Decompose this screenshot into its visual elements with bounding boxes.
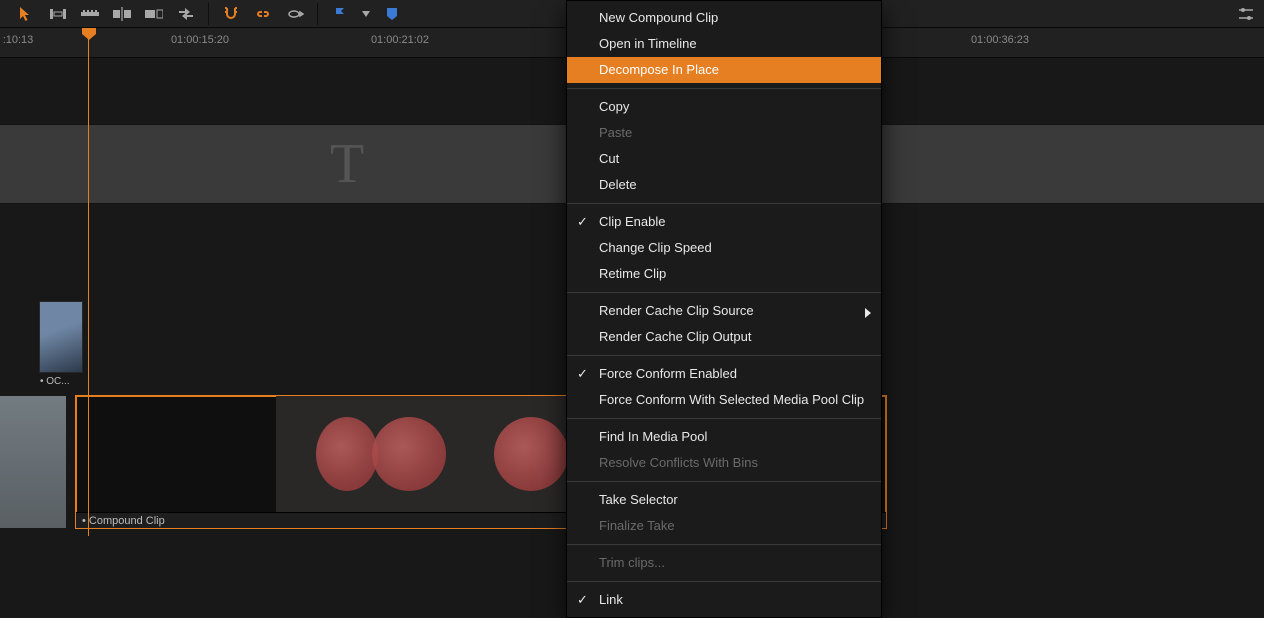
- menu-item-render-cache-clip-output[interactable]: Render Cache Clip Output: [567, 324, 881, 350]
- menu-item-label: Resolve Conflicts With Bins: [599, 455, 758, 470]
- clip-context-menu: New Compound Clip Open in Timeline Decompo…: [566, 0, 882, 618]
- settings-button[interactable]: [1234, 3, 1258, 25]
- menu-item-label: Link: [599, 592, 623, 607]
- menu-item-open-in-timeline[interactable]: Open in Timeline: [567, 31, 881, 57]
- menu-item-new-compound-clip[interactable]: New Compound Clip: [567, 5, 881, 31]
- flag-dropdown-button[interactable]: [360, 3, 372, 25]
- razor-tool-button[interactable]: [78, 3, 102, 25]
- chevron-right-icon: [865, 305, 871, 323]
- link-button[interactable]: [251, 3, 275, 25]
- menu-item-label: Force Conform Enabled: [599, 366, 737, 381]
- menu-item-label: Cut: [599, 151, 619, 166]
- menu-item-label: Render Cache Clip Output: [599, 329, 751, 344]
- menu-item-label: New Compound Clip: [599, 10, 718, 25]
- clip-thumbnails: [276, 396, 582, 512]
- menu-separator: [567, 481, 881, 482]
- menu-item-delete[interactable]: Delete: [567, 172, 881, 198]
- menu-item-clip-enable[interactable]: ✓ Clip Enable: [567, 209, 881, 235]
- menu-item-force-conform-with-selected-media-pool-clip[interactable]: Force Conform With Selected Media Pool C…: [567, 387, 881, 413]
- menu-item-label: Delete: [599, 177, 637, 192]
- menu-item-label: Retime Clip: [599, 266, 666, 281]
- menu-separator: [567, 203, 881, 204]
- insert-tool-button[interactable]: [110, 3, 134, 25]
- menu-item-trim-clips: Trim clips...: [567, 550, 881, 576]
- loop-button[interactable]: [283, 3, 307, 25]
- menu-item-label: Paste: [599, 125, 632, 140]
- menu-separator: [567, 355, 881, 356]
- check-icon: ✓: [577, 213, 588, 231]
- menu-item-label: Trim clips...: [599, 555, 665, 570]
- menu-item-label: Finalize Take: [599, 518, 675, 533]
- swap-tool-button[interactable]: [174, 3, 198, 25]
- menu-item-take-selector[interactable]: Take Selector: [567, 487, 881, 513]
- ruler-tick: 01:00:15:20: [171, 34, 229, 46]
- check-icon: ✓: [577, 591, 588, 609]
- append-tool-button[interactable]: [142, 3, 166, 25]
- clip-label: • OC...: [40, 376, 82, 387]
- menu-separator: [567, 88, 881, 89]
- menu-item-label: Change Clip Speed: [599, 240, 712, 255]
- thumbnail-clip[interactable]: • OC...: [40, 302, 82, 387]
- menu-item-label: Render Cache Clip Source: [599, 303, 754, 318]
- menu-item-label: Find In Media Pool: [599, 429, 707, 444]
- menu-item-cut[interactable]: Cut: [567, 146, 881, 172]
- marker-button[interactable]: [380, 3, 404, 25]
- clip-thumbnail: [40, 302, 82, 372]
- snap-button[interactable]: [219, 3, 243, 25]
- menu-item-find-in-media-pool[interactable]: Find In Media Pool: [567, 424, 881, 450]
- flag-button[interactable]: [328, 3, 352, 25]
- menu-separator: [567, 418, 881, 419]
- menu-item-resolve-conflicts-with-bins: Resolve Conflicts With Bins: [567, 450, 881, 476]
- menu-item-change-clip-speed[interactable]: Change Clip Speed: [567, 235, 881, 261]
- menu-item-decompose-in-place[interactable]: Decompose In Place: [567, 57, 881, 83]
- menu-item-copy[interactable]: Copy: [567, 94, 881, 120]
- ruler-tick: :10:13: [3, 34, 34, 46]
- ruler-tick: 01:00:21:02: [371, 34, 429, 46]
- ruler-tick: 01:00:36:23: [971, 34, 1029, 46]
- menu-item-label: Take Selector: [599, 492, 678, 507]
- trim-tool-button[interactable]: [46, 3, 70, 25]
- menu-item-label: Open in Timeline: [599, 36, 697, 51]
- clip-name-label: • Compound Clip: [82, 515, 165, 527]
- menu-item-label: Clip Enable: [599, 214, 666, 229]
- menu-item-link[interactable]: ✓ Link: [567, 587, 881, 613]
- menu-item-retime-clip[interactable]: Retime Clip: [567, 261, 881, 287]
- menu-item-force-conform-enabled[interactable]: ✓ Force Conform Enabled: [567, 361, 881, 387]
- menu-item-render-cache-clip-source[interactable]: Render Cache Clip Source: [567, 298, 881, 324]
- text-clip-icon: T: [330, 132, 364, 196]
- menu-item-label: Copy: [599, 99, 629, 114]
- menu-item-label: Force Conform With Selected Media Pool C…: [599, 392, 864, 407]
- check-icon: ✓: [577, 365, 588, 383]
- selection-tool-button[interactable]: [14, 3, 38, 25]
- menu-item-finalize-take: Finalize Take: [567, 513, 881, 539]
- previous-clip[interactable]: [0, 396, 66, 528]
- menu-item-label: Decompose In Place: [599, 62, 719, 77]
- menu-separator: [567, 292, 881, 293]
- menu-separator: [567, 581, 881, 582]
- menu-item-paste: Paste: [567, 120, 881, 146]
- menu-separator: [567, 544, 881, 545]
